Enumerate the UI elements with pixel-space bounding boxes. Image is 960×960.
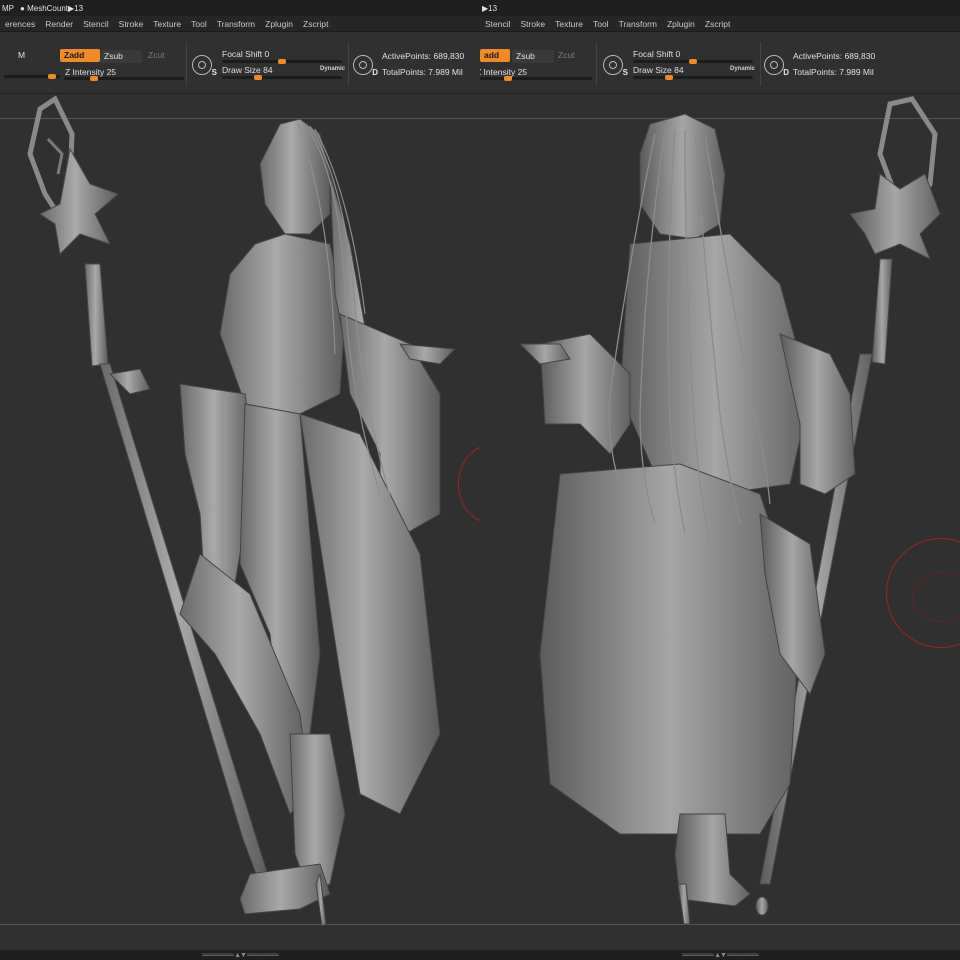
zcut-button[interactable]: Zcut bbox=[554, 49, 579, 62]
top-shelf: add Zsub Zcut Z Intensity 25 S Focal Shi… bbox=[480, 32, 960, 94]
z-intensity-slider[interactable] bbox=[480, 76, 592, 81]
bottom-grip[interactable]: ≈≈≈≈≈≈≈≈≈≈≈ ▲▼ ≈≈≈≈≈≈≈≈≈≈≈ bbox=[682, 952, 759, 959]
top-shelf: M Zadd Zsub Zcut Z Intensity 25 S Focal … bbox=[0, 32, 480, 94]
draw-brush-icon[interactable]: D bbox=[764, 55, 789, 77]
menu-item-render[interactable]: Render bbox=[40, 19, 78, 29]
draw-brush-icon[interactable]: D bbox=[353, 55, 378, 77]
draw-size-slider[interactable] bbox=[222, 75, 342, 80]
stroke-brush-icon[interactable]: S bbox=[192, 55, 217, 77]
stroke-brush-icon[interactable]: S bbox=[603, 55, 628, 77]
draw-size-slider[interactable] bbox=[633, 75, 753, 80]
menu-item-zscript[interactable]: Zscript bbox=[700, 19, 736, 29]
active-points-label: ActivePoints: 689,830 bbox=[382, 51, 465, 61]
z-intensity-knob[interactable] bbox=[504, 76, 512, 81]
figure-body bbox=[518, 113, 856, 925]
menu-item-stroke[interactable]: Stroke bbox=[114, 19, 149, 29]
zbrush-window-right: ▶13 Stencil Stroke Texture Tool Transfor… bbox=[480, 0, 960, 960]
z-intensity-label: Z Intensity 25 bbox=[480, 67, 528, 77]
menu-item-stroke[interactable]: Stroke bbox=[516, 19, 551, 29]
z-intensity-knob[interactable] bbox=[90, 76, 98, 81]
menu-item-preferences[interactable]: erences bbox=[0, 19, 40, 29]
menu-item-zplugin[interactable]: Zplugin bbox=[662, 19, 700, 29]
focal-shift-knob[interactable] bbox=[278, 59, 286, 64]
main-menu: Stencil Stroke Texture Tool Transform Zp… bbox=[480, 16, 960, 32]
meshcount-label: ● MeshCount▶13 bbox=[20, 3, 84, 13]
zadd-button[interactable]: Zadd bbox=[60, 49, 100, 62]
m-button[interactable]: M bbox=[14, 49, 29, 62]
title-bar: ▶13 bbox=[480, 0, 960, 16]
menu-item-tool[interactable]: Tool bbox=[186, 19, 212, 29]
zsub-button[interactable]: Zsub bbox=[512, 50, 554, 63]
zadd-button[interactable]: add bbox=[480, 49, 510, 62]
draw-size-knob[interactable] bbox=[665, 75, 673, 80]
title-bar: MP ● MeshCount▶13 bbox=[0, 0, 480, 16]
menu-item-stencil[interactable]: Stencil bbox=[78, 19, 114, 29]
main-menu: erences Render Stencil Stroke Texture To… bbox=[0, 16, 480, 32]
draw-size-knob[interactable] bbox=[254, 75, 262, 80]
bottom-shelf: ≈≈≈≈≈≈≈≈≈≈≈ ▲▼ ≈≈≈≈≈≈≈≈≈≈≈ bbox=[0, 950, 480, 960]
bottom-grip[interactable]: ≈≈≈≈≈≈≈≈≈≈≈ ▲▼ ≈≈≈≈≈≈≈≈≈≈≈ bbox=[202, 952, 279, 959]
dynamic-toggle[interactable]: Dynamic bbox=[730, 66, 755, 72]
draw-size-label: Draw Size 84 bbox=[222, 65, 273, 75]
menu-item-zplugin[interactable]: Zplugin bbox=[260, 19, 298, 29]
sculpt-model-front bbox=[27, 95, 457, 927]
total-points-label: TotalPoints: 7.989 Mil bbox=[382, 67, 463, 77]
zsub-button[interactable]: Zsub bbox=[100, 50, 142, 63]
mp-label: MP bbox=[2, 3, 14, 13]
menu-item-tool[interactable]: Tool bbox=[588, 19, 614, 29]
rgb-slider[interactable] bbox=[4, 74, 60, 79]
draw-size-label: Draw Size 84 bbox=[633, 65, 684, 75]
menu-item-texture[interactable]: Texture bbox=[148, 19, 186, 29]
zcut-button[interactable]: Zcut bbox=[144, 49, 169, 62]
canvas-viewport[interactable] bbox=[0, 94, 480, 950]
menu-item-texture[interactable]: Texture bbox=[550, 19, 588, 29]
focal-shift-label: Focal Shift 0 bbox=[222, 49, 270, 59]
z-intensity-slider[interactable] bbox=[64, 76, 184, 81]
focal-shift-slider[interactable] bbox=[633, 59, 753, 64]
canvas-viewport[interactable] bbox=[480, 94, 960, 950]
figure-body bbox=[108, 118, 457, 927]
menu-item-zscript[interactable]: Zscript bbox=[298, 19, 334, 29]
focal-shift-label: Focal Shift 0 bbox=[633, 49, 681, 59]
bottom-shelf: ≈≈≈≈≈≈≈≈≈≈≈ ▲▼ ≈≈≈≈≈≈≈≈≈≈≈ bbox=[480, 950, 960, 960]
active-points-label: ActivePoints: 689,830 bbox=[793, 51, 876, 61]
zbrush-window-left: MP ● MeshCount▶13 erences Render Stencil… bbox=[0, 0, 480, 960]
focal-shift-knob[interactable] bbox=[689, 59, 697, 64]
menu-item-transform[interactable]: Transform bbox=[212, 19, 260, 29]
dynamic-toggle[interactable]: Dynamic bbox=[320, 66, 345, 72]
menu-item-transform[interactable]: Transform bbox=[614, 19, 662, 29]
meshcount-label: ▶13 bbox=[482, 3, 498, 13]
focal-shift-slider[interactable] bbox=[222, 59, 342, 64]
total-points-label: TotalPoints: 7.989 Mil bbox=[793, 67, 874, 77]
sculpt-model-back bbox=[518, 96, 941, 925]
menu-item-stencil[interactable]: Stencil bbox=[480, 19, 516, 29]
